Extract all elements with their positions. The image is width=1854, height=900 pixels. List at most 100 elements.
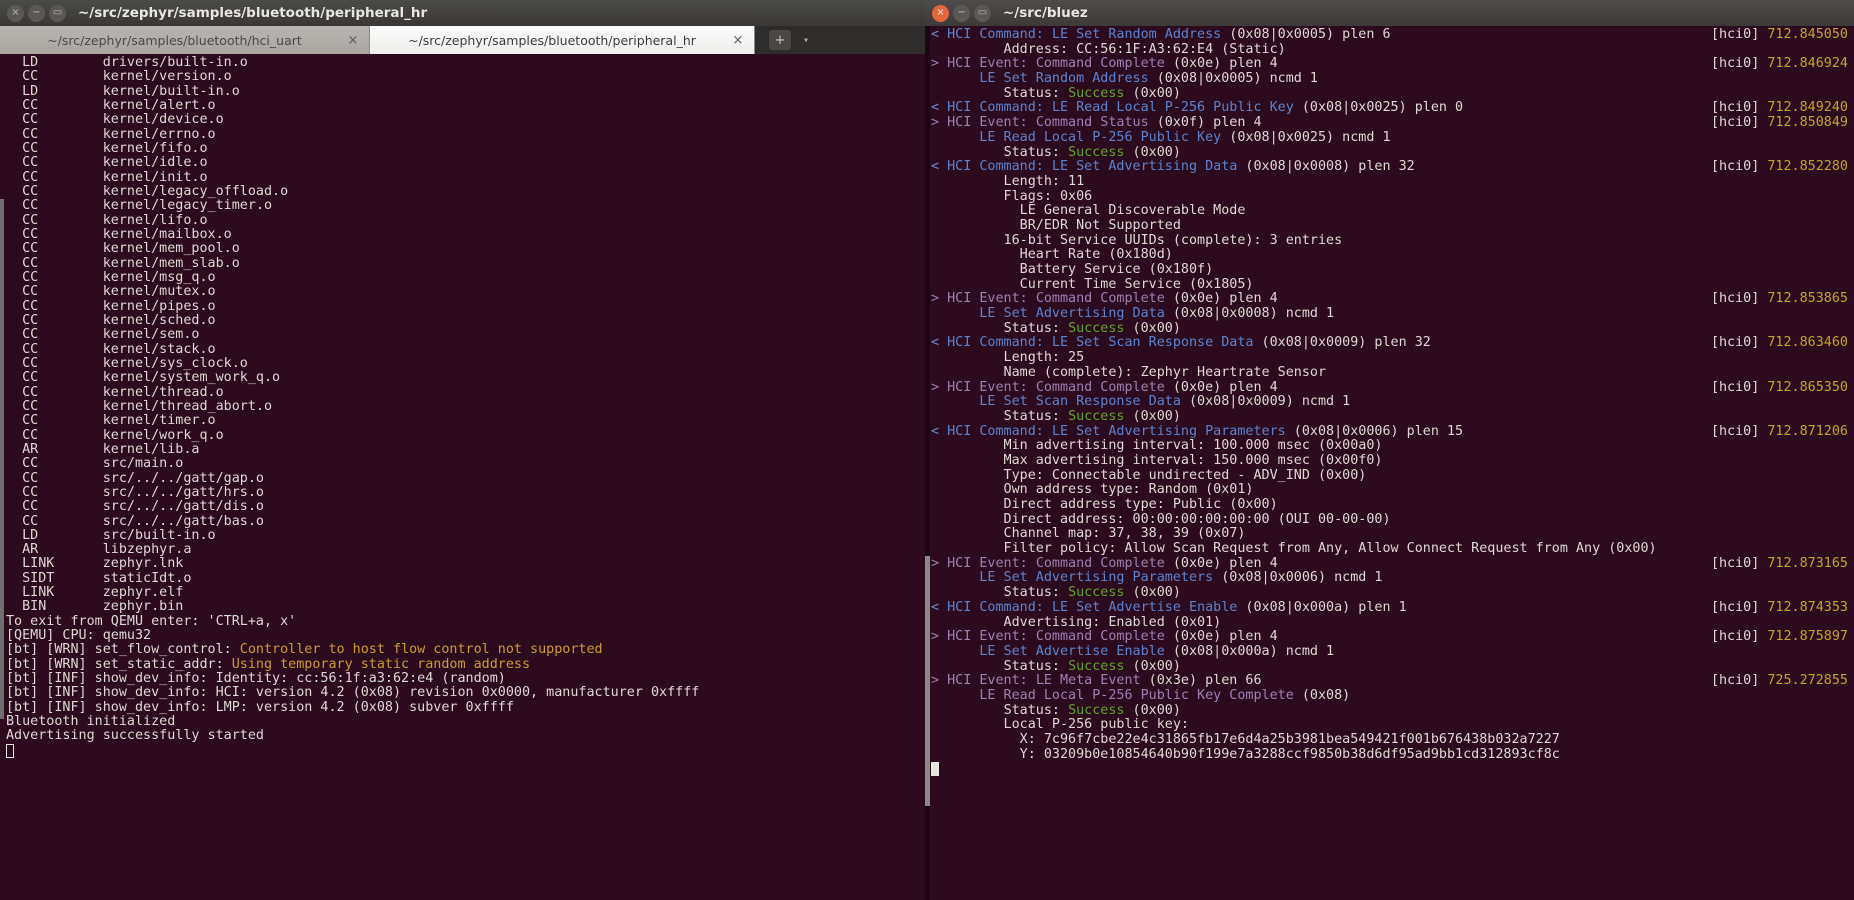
build-line: CC kernel/stack.o [6, 341, 216, 357]
log-timestamp: [hci0] 712.875897 [1710, 629, 1848, 645]
btmon-log-line: Address: CC:56:1F:A3:62:E4 (Static) [931, 41, 1286, 57]
build-line: CC src/../../gatt/hrs.o [6, 484, 264, 500]
btmon-log-line: Status: Success (0x00) [1003, 408, 1181, 424]
btmon-log-line: Y: 03209b0e10854640b90f199e7a3288ccf9850… [931, 746, 1560, 762]
build-line: CC kernel/work_q.o [6, 427, 224, 443]
build-line: CC kernel/fifo.o [6, 140, 208, 156]
btmon-log-line: Battery Service (0x180f) [931, 262, 1214, 277]
btmon-log-line: X: 7c96f7cbe22e4c31865fb17e6d4a25b3981be… [931, 732, 1560, 747]
right-terminal-body: < HCI Command: LE Set Random Address (0x… [925, 26, 1854, 900]
cursor-icon [931, 762, 939, 777]
btmon-log-line: Direct address type: Public (0x00) [931, 497, 1278, 512]
minimize-icon[interactable]: − [953, 4, 970, 22]
build-line: CC kernel/mem_slab.o [6, 255, 240, 271]
build-line: LD drivers/built-in.o [6, 55, 248, 70]
tab-hci-uart-label: ~/src/zephyr/samples/bluetooth/hci_uart [47, 32, 302, 48]
log-timestamp: [hci0] 712.845050 [1710, 27, 1848, 42]
btmon-log-line: Status: Success (0x00) [1003, 144, 1181, 160]
screen: × − ▭ ~/src/zephyr/samples/bluetooth/per… [0, 0, 1854, 900]
build-line: CC kernel/thread_abort.o [6, 398, 273, 414]
btmon-log-line: > HCI Event: Command Complete (0x0e) ple… [931, 379, 1848, 395]
log-timestamp: [hci0] 712.853865 [1710, 291, 1848, 307]
tab-hci-uart-close-icon[interactable]: × [347, 33, 359, 48]
btmon-log-line: Current Time Service (0x1805) [931, 276, 1254, 292]
btmon-log-line: Min advertising interval: 100.000 msec (… [931, 438, 1383, 454]
btmon-log-line: Flags: 0x06 [931, 188, 1093, 204]
runtime-log-line: To exit from QEMU enter: 'CTRL+a, x' [6, 613, 297, 629]
close-icon[interactable]: × [932, 4, 949, 22]
btmon-log-line: LE General Discoverable Mode [931, 203, 1246, 219]
runtime-log-line: [bt] [WRN] set_flow_control: Controller … [6, 642, 603, 658]
build-line: CC kernel/errno.o [6, 126, 216, 142]
btmon-log-line: < HCI Command: LE Set Random Address (0x… [931, 27, 1848, 42]
build-line: CC kernel/lifo.o [6, 212, 208, 228]
log-timestamp: [hci0] 712.873165 [1710, 555, 1848, 571]
terminal-window-zephyr: × − ▭ ~/src/zephyr/samples/bluetooth/per… [0, 0, 925, 900]
btmon-log-line: Own address type: Random (0x01) [931, 482, 1254, 498]
btmon-log-line: LE Set Random Address (0x08|0x0005) ncmd… [979, 71, 1318, 87]
tab-peripheral-hr-close-icon[interactable]: × [732, 33, 744, 48]
build-line: CC kernel/version.o [6, 69, 232, 85]
left-scrollbar-thumb[interactable] [0, 199, 4, 719]
btmon-log-line: Status: Success (0x00) [1003, 85, 1181, 101]
runtime-log-line: Bluetooth initialized [6, 714, 176, 730]
tab-peripheral-hr[interactable]: ~/src/zephyr/samples/bluetooth/periphera… [370, 26, 755, 54]
btmon-log-line: Heart Rate (0x180d) [931, 247, 1173, 263]
new-tab-icon[interactable]: + [769, 30, 791, 50]
build-line: CC kernel/idle.o [6, 155, 208, 171]
log-timestamp: [hci0] 712.846924 [1710, 56, 1848, 72]
left-window-title: ~/src/zephyr/samples/bluetooth/periphera… [78, 5, 428, 21]
btmon-log-line: > HCI Event: Command Status (0x0f) plen … [931, 115, 1848, 131]
build-line: CC src/main.o [6, 456, 184, 472]
btmon-log-line: < HCI Command: LE Set Scan Response Data… [931, 335, 1848, 351]
left-tabstrip: ~/src/zephyr/samples/bluetooth/hci_uart … [0, 26, 925, 54]
maximize-icon[interactable]: ▭ [49, 4, 66, 22]
btmon-log-line: Max advertising interval: 150.000 msec (… [931, 452, 1383, 468]
btmon-log-line: BR/EDR Not Supported [931, 217, 1181, 233]
build-line: SIDT staticIdt.o [6, 570, 192, 586]
btmon-log-line: > HCI Event: Command Complete (0x0e) ple… [931, 56, 1848, 72]
tab-peripheral-hr-label: ~/src/zephyr/samples/bluetooth/periphera… [408, 32, 696, 48]
runtime-log-line: [bt] [INF] show_dev_info: Identity: cc:5… [6, 671, 506, 687]
btmon-log-line: Advertising: Enabled (0x01) [931, 614, 1222, 630]
btmon-log-line: < HCI Command: LE Set Advertise Enable (… [931, 599, 1848, 615]
build-line: CC kernel/init.o [6, 169, 208, 185]
btmon-log-line: > HCI Event: LE Meta Event (0x3e) plen 6… [931, 673, 1848, 689]
btmon-log-line: Direct address: 00:00:00:00:00:00 (OUI 0… [931, 511, 1391, 527]
build-line: AR kernel/lib.a [6, 441, 200, 457]
build-line: CC kernel/legacy_offload.o [6, 183, 289, 199]
btmon-log-line: > HCI Event: Command Complete (0x0e) ple… [931, 629, 1848, 645]
log-timestamp: [hci0] 712.871206 [1710, 423, 1848, 439]
tab-hci-uart[interactable]: ~/src/zephyr/samples/bluetooth/hci_uart … [0, 26, 370, 54]
btmon-log-line: Length: 25 [931, 350, 1085, 366]
right-terminal-output: < HCI Command: LE Set Random Address (0x… [925, 26, 1854, 777]
maximize-icon[interactable]: ▭ [974, 4, 991, 22]
runtime-log-line: [QEMU] CPU: qemu32 [6, 628, 152, 644]
runtime-log-line: [bt] [INF] show_dev_info: LMP: version 4… [6, 699, 514, 715]
btmon-log-line: Filter policy: Allow Scan Request from A… [931, 541, 1657, 557]
btmon-log-line: 16-bit Service UUIDs (complete): 3 entri… [931, 232, 1343, 248]
chevron-down-icon[interactable]: ▾ [803, 35, 809, 46]
build-line: CC kernel/system_work_q.o [6, 370, 281, 386]
build-line: AR libzephyr.a [6, 542, 192, 558]
build-line: BIN zephyr.bin [6, 599, 184, 615]
left-terminal-scrollbar[interactable] [0, 54, 4, 900]
btmon-log-line: < HCI Command: LE Read Local P-256 Publi… [931, 100, 1848, 116]
tabstrip-controls: + ▾ [755, 26, 925, 54]
build-line: LINK zephyr.lnk [6, 556, 184, 572]
btmon-log-line: > HCI Event: Command Complete (0x0e) ple… [931, 291, 1848, 307]
build-line: CC kernel/sched.o [6, 312, 216, 328]
btmon-log-line: < HCI Command: LE Set Advertising Parame… [931, 423, 1848, 439]
btmon-log-line: < HCI Command: LE Set Advertising Data (… [931, 159, 1848, 175]
cursor-icon [6, 743, 14, 758]
minimize-icon[interactable]: − [28, 4, 45, 22]
build-line: CC src/../../gatt/dis.o [6, 499, 264, 515]
btmon-log-line: LE Set Advertising Data (0x08|0x0008) nc… [979, 306, 1335, 322]
terminal-window-bluez: × − ▭ ~/src/bluez < HCI Command: LE Set … [925, 0, 1854, 900]
left-titlebar[interactable]: × − ▭ ~/src/zephyr/samples/bluetooth/per… [0, 0, 925, 26]
right-titlebar[interactable]: × − ▭ ~/src/bluez [925, 0, 1854, 26]
right-window-controls: × − ▭ [932, 4, 991, 22]
runtime-log-line: [bt] [WRN] set_static_addr: Using tempor… [6, 656, 531, 672]
build-line: CC kernel/thread.o [6, 384, 224, 400]
close-icon[interactable]: × [7, 4, 24, 22]
